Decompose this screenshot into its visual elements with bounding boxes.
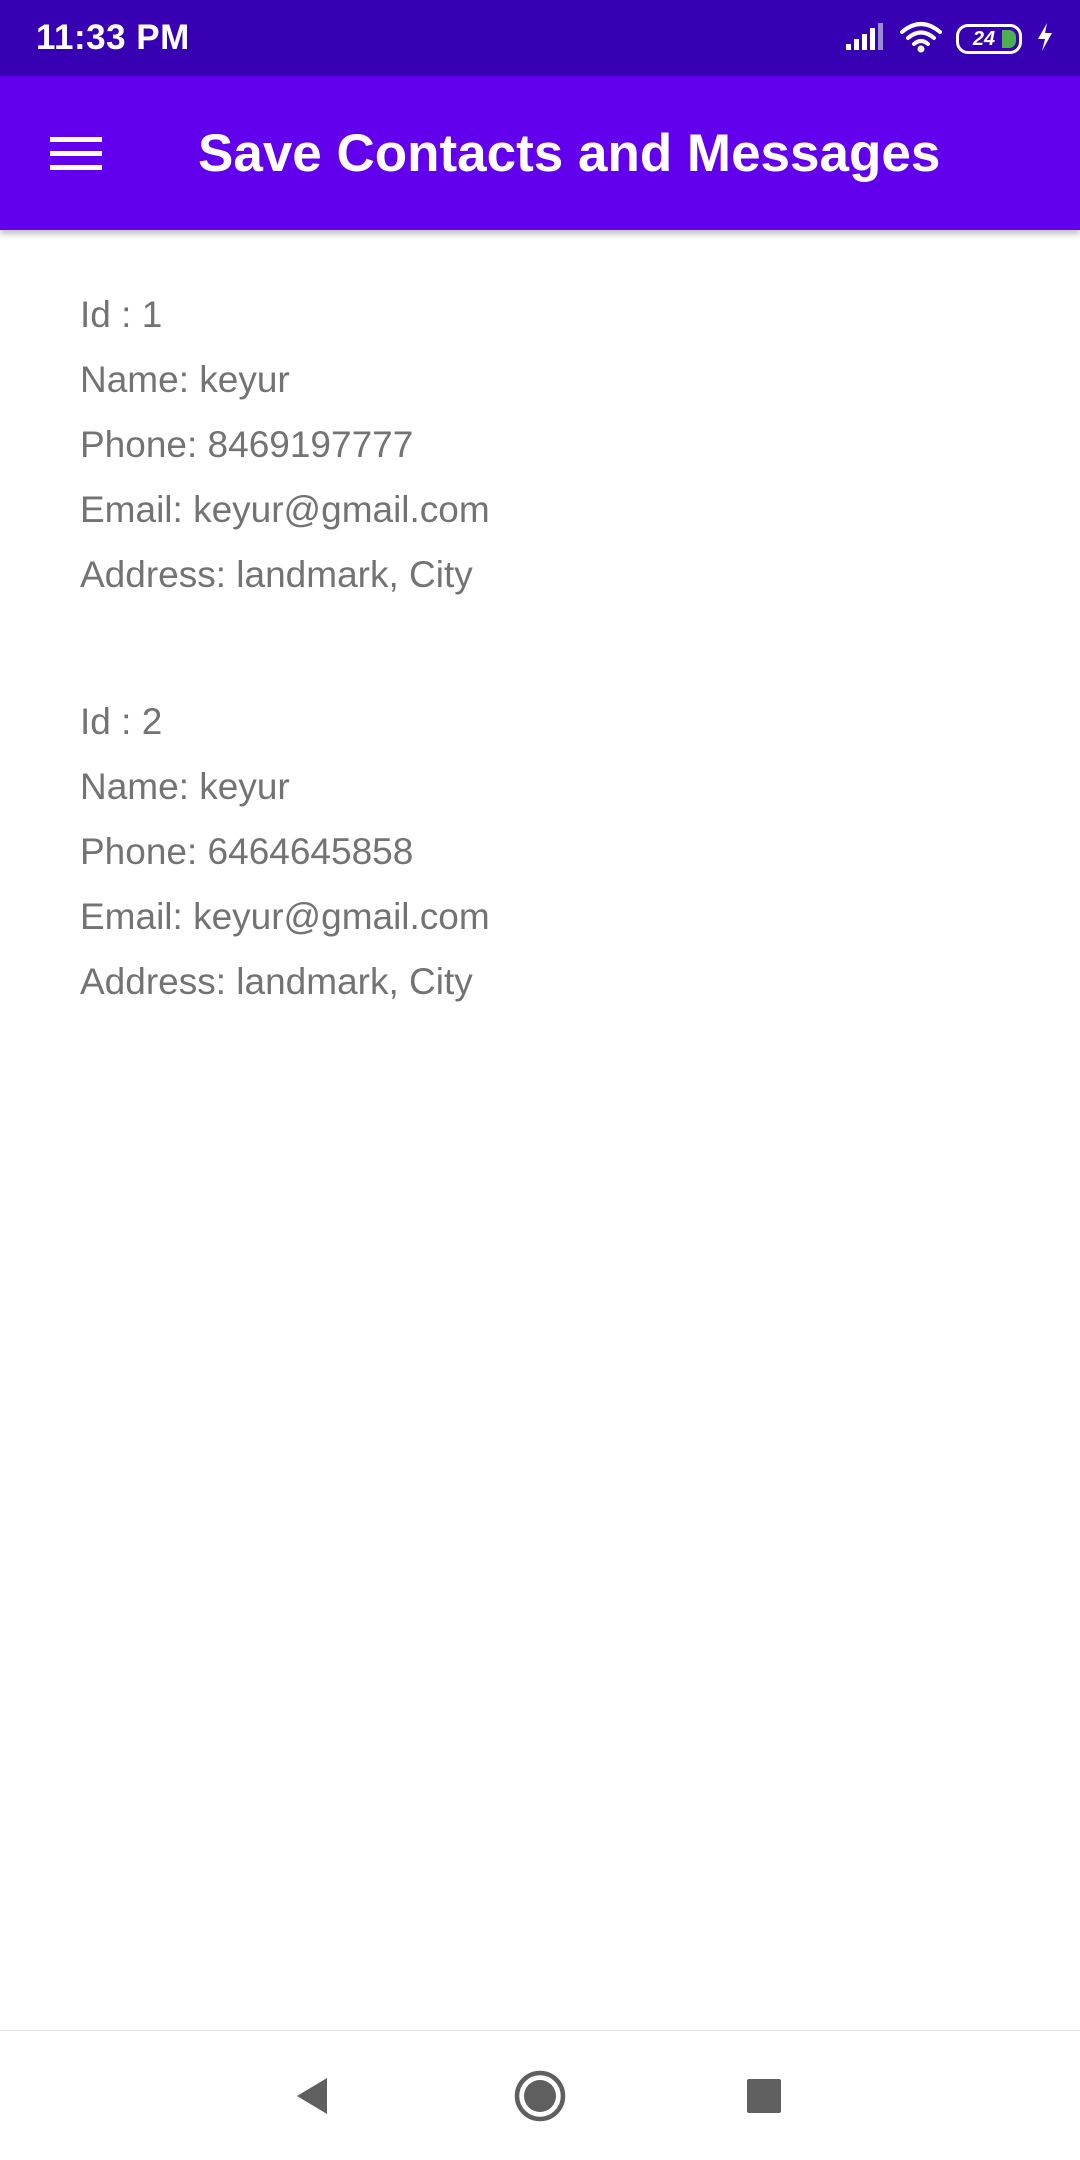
contact-item[interactable]: Id : 1 Name: keyur Phone: 8469197777 Ema… <box>80 282 980 607</box>
signal-icon <box>844 22 886 57</box>
contact-name: Name: keyur <box>80 766 290 807</box>
contact-email: Email: keyur@gmail.com <box>80 489 490 530</box>
contact-item[interactable]: Id : 2 Name: keyur Phone: 6464645858 Ema… <box>80 689 980 1014</box>
status-icons: 24 <box>844 18 1054 60</box>
contact-address: Address: landmark, City <box>80 554 473 595</box>
battery-icon: 24 <box>956 24 1022 54</box>
charging-icon <box>1036 22 1054 57</box>
app-bar: Save Contacts and Messages <box>0 76 1080 230</box>
contact-phone: Phone: 6464645858 <box>80 831 414 872</box>
recents-icon[interactable] <box>729 2061 799 2131</box>
navigation-bar <box>0 2030 1080 2160</box>
page-title: Save Contacts and Messages <box>198 124 941 183</box>
home-icon[interactable] <box>505 2061 575 2131</box>
battery-fill <box>1002 30 1016 48</box>
contact-address: Address: landmark, City <box>80 961 473 1002</box>
contact-id: Id : 1 <box>80 294 163 335</box>
contact-email: Email: keyur@gmail.com <box>80 896 490 937</box>
back-icon[interactable] <box>278 2061 348 2131</box>
status-bar: 11:33 PM 24 <box>0 0 1080 76</box>
battery-level: 24 <box>972 27 996 50</box>
contacts-list[interactable]: Id : 1 Name: keyur Phone: 8469197777 Ema… <box>0 230 1080 2030</box>
wifi-icon <box>900 21 942 58</box>
contact-phone: Phone: 8469197777 <box>80 424 414 465</box>
contact-name: Name: keyur <box>80 359 290 400</box>
status-time: 11:33 PM <box>36 18 190 57</box>
screen: 11:33 PM 24 Save Contacts and Messages I… <box>0 0 1080 2160</box>
contact-id: Id : 2 <box>80 701 163 742</box>
hamburger-menu-icon[interactable] <box>40 121 112 185</box>
